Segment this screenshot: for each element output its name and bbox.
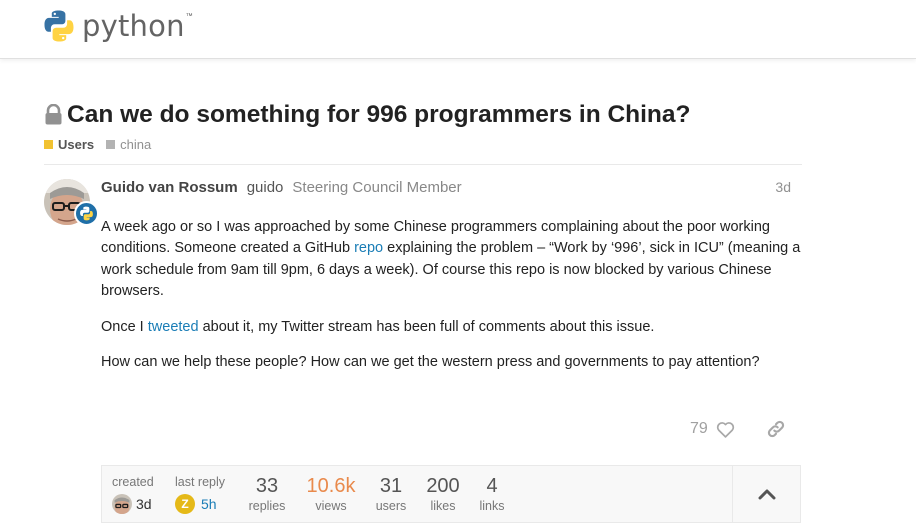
stat-value: 200 <box>426 475 460 497</box>
last-reply-label: last reply <box>175 475 226 489</box>
tag-badge-china[interactable]: china <box>106 137 151 152</box>
topic-page: python ™ Can we do something for 996 pro… <box>0 0 916 523</box>
lock-icon <box>45 104 62 125</box>
topic-categories: Users china <box>44 137 163 152</box>
stat-value: 31 <box>379 475 403 497</box>
logo-trademark: ™ <box>185 12 193 20</box>
python-snake-icon <box>44 10 74 42</box>
stat-replies: 33 replies <box>242 466 292 514</box>
created-label: created <box>112 475 154 489</box>
paragraph-text: Once I <box>101 318 148 335</box>
post-paragraph: How can we help these people? How can we… <box>101 352 801 373</box>
paragraph-text: about it, my Twitter stream has been ful… <box>198 318 655 335</box>
stat-label: users <box>375 499 407 513</box>
like-button[interactable] <box>712 415 740 443</box>
stat-label: replies <box>248 499 286 513</box>
topic-map-last-reply[interactable]: last reply Z 5h <box>175 466 225 514</box>
stat-value: 33 <box>255 475 279 497</box>
python-logo[interactable]: python ™ <box>42 9 193 43</box>
last-reply-value: 5h <box>201 496 217 512</box>
post-actions: 79 <box>690 415 790 443</box>
stat-label: likes <box>430 499 456 513</box>
post-body: A week ago or so I was approached by som… <box>101 217 801 387</box>
chevron-up-icon <box>758 489 775 500</box>
author-username[interactable]: guido <box>247 179 284 196</box>
stat-value: 4 <box>486 475 498 497</box>
tag-label: china <box>120 137 152 152</box>
site-header: python ™ <box>0 0 916 59</box>
post-date[interactable]: 3d <box>775 179 791 195</box>
created-info: 3d <box>112 494 154 514</box>
stat-links[interactable]: 4 links <box>475 466 509 514</box>
stat-likes: 200 likes <box>421 466 465 514</box>
link-icon <box>767 420 784 438</box>
author-full-name[interactable]: Guido van Rossum <box>101 179 238 196</box>
tag-swatch <box>106 140 116 149</box>
topic-map-created[interactable]: created 3d <box>112 466 154 514</box>
category-swatch <box>44 140 53 149</box>
post-paragraph: Once I tweeted about it, my Twitter stre… <box>101 317 801 338</box>
repo-link[interactable]: repo <box>354 240 383 256</box>
last-reply-avatar: Z <box>175 494 195 514</box>
stat-label: views <box>315 499 347 513</box>
stat-views: 10.6k views <box>301 466 361 514</box>
stat-value: 10.6k <box>306 475 356 497</box>
topic-map: created 3d last reply Z 5h 33 replies 10… <box>101 465 801 523</box>
stat-label: links <box>479 499 505 513</box>
category-label: Users <box>58 137 95 152</box>
topic-title[interactable]: Can we do something for 996 programmers … <box>67 99 691 131</box>
paragraph-text: How can we help these people? How can we… <box>101 354 760 371</box>
like-count[interactable]: 79 <box>690 417 708 441</box>
post-paragraph: A week ago or so I was approached by som… <box>101 217 801 303</box>
post-author-meta: Guido van Rossum guido Steering Council … <box>101 179 462 196</box>
creator-avatar <box>112 494 132 514</box>
title-divider <box>44 164 802 165</box>
python-badge-icon <box>74 201 99 226</box>
topic-map-toggle-button[interactable] <box>732 466 800 522</box>
share-link-button[interactable] <box>762 415 790 443</box>
author-title: Steering Council Member <box>292 179 462 196</box>
category-badge-users[interactable]: Users <box>44 137 94 152</box>
stat-users[interactable]: 31 users <box>370 466 412 514</box>
logo-wordmark: python <box>82 9 185 43</box>
last-reply-info: Z 5h <box>175 494 225 514</box>
tweeted-link[interactable]: tweeted <box>148 319 199 335</box>
post-avatar[interactable] <box>44 179 99 226</box>
created-value: 3d <box>136 496 152 512</box>
topic-title-row: Can we do something for 996 programmers … <box>44 99 691 131</box>
heart-icon <box>717 421 735 438</box>
